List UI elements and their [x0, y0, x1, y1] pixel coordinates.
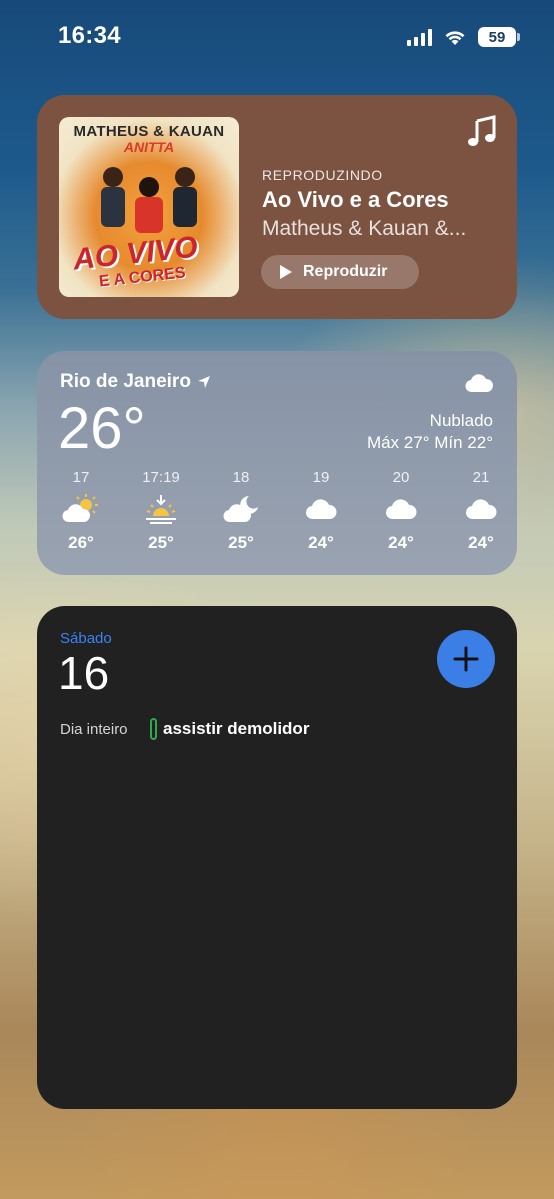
cloud-icon	[305, 499, 337, 520]
forecast-item: 18 25°	[209, 469, 273, 553]
weather-widget[interactable]: Rio de Janeiro 26° Nublado Máx 27° Mín 2…	[37, 351, 517, 575]
forecast-time: 20	[392, 469, 410, 486]
forecast-time: 19	[312, 469, 330, 486]
weather-range: Máx 27° Mín 22°	[366, 433, 493, 452]
event-color-bar	[150, 718, 157, 740]
weather-city-name: Rio de Janeiro	[60, 371, 191, 392]
plus-icon	[453, 646, 479, 672]
weather-condition: Nublado	[429, 411, 493, 430]
forecast-item: 21 24°	[449, 469, 513, 553]
forecast-item: 20 24°	[369, 469, 433, 553]
album-art-title: MATHEUS & KAUAN	[73, 123, 225, 140]
battery-indicator: 59	[478, 27, 520, 47]
event-title: assistir demolidor	[163, 719, 310, 738]
track-title: Ao Vivo e a Cores	[262, 187, 449, 212]
calendar-widget[interactable]: Sábado 16 Dia inteiro assistir demolidor	[37, 606, 517, 1109]
cellular-signal-icon	[407, 28, 432, 46]
calendar-event[interactable]: Dia inteiro assistir demolidor	[60, 718, 309, 740]
forecast-temp: 26°	[68, 533, 94, 552]
forecast-temp: 24°	[308, 533, 334, 552]
forecast-time: 21	[472, 469, 490, 486]
forecast-item: 17:19 25°	[129, 469, 193, 553]
cloud-icon	[385, 499, 417, 520]
add-event-button[interactable]	[437, 630, 495, 688]
cloud-icon	[465, 374, 493, 393]
calendar-weekday: Sábado	[60, 630, 112, 647]
cloud-moon-icon	[223, 496, 258, 523]
cloud-icon	[465, 499, 497, 520]
forecast-time: 17	[72, 469, 90, 486]
forecast-temp: 25°	[228, 533, 254, 552]
battery-level: 59	[488, 28, 506, 46]
track-artist: Matheus & Kauan &...	[262, 217, 467, 240]
forecast-item: 17 26°	[49, 469, 113, 553]
current-temperature: 26°	[58, 396, 146, 461]
forecast-temp: 24°	[468, 533, 494, 552]
forecast-temp: 25°	[148, 533, 174, 552]
sunset-icon	[146, 495, 176, 524]
album-art: MATHEUS & KAUAN ANITTA AO VIVO E A CORES	[59, 117, 239, 297]
status-bar: 16:34 59	[0, 0, 554, 76]
event-all-day-label: Dia inteiro	[60, 720, 128, 738]
location-arrow-icon	[197, 376, 210, 388]
play-icon	[280, 265, 292, 279]
forecast-time: 17:19	[142, 469, 180, 486]
play-button[interactable]: Reproduzir	[261, 255, 419, 289]
partly-cloudy-icon	[62, 494, 98, 523]
album-art-people	[101, 167, 197, 233]
forecast-temp: 24°	[388, 533, 414, 552]
weather-location: Rio de Janeiro	[60, 371, 211, 393]
forecast-time: 18	[232, 469, 250, 486]
hourly-forecast: 17 26° 17:19 25° 18 25° 19 24° 20 24° 21…	[49, 469, 513, 553]
wifi-icon	[445, 30, 465, 45]
play-button-label: Reproduzir	[303, 263, 388, 280]
music-note-icon	[468, 115, 496, 146]
now-playing-widget[interactable]: MATHEUS & KAUAN ANITTA AO VIVO E A CORES…	[37, 95, 517, 319]
playback-status: REPRODUZINDO	[262, 167, 383, 183]
calendar-day-number: 16	[58, 647, 110, 699]
status-icons: 59	[407, 26, 520, 48]
status-time: 16:34	[58, 22, 121, 49]
forecast-item: 19 24°	[289, 469, 353, 553]
album-art-subtitle: ANITTA	[123, 139, 175, 155]
